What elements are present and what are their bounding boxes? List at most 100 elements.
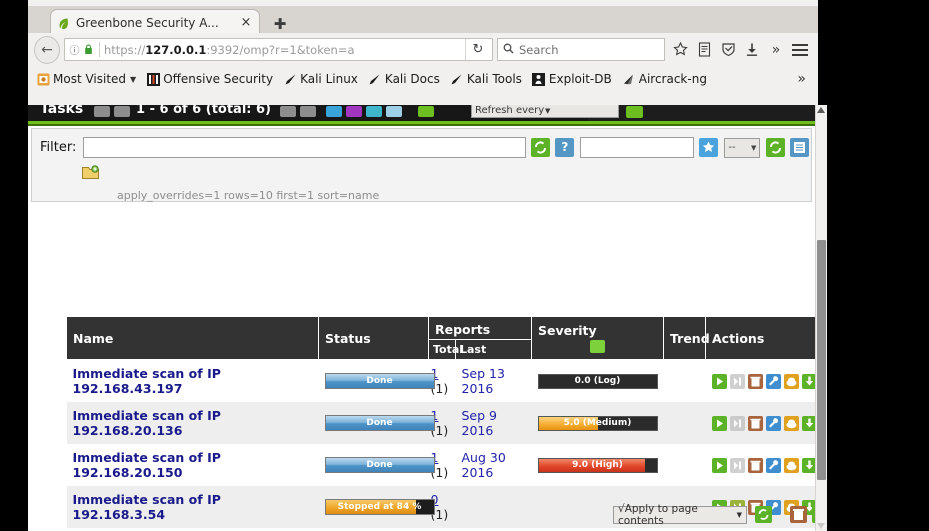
search-placeholder: Search [519, 42, 559, 57]
list-icon[interactable] [386, 106, 402, 117]
bookmark-exploit-db[interactable]: Exploit-DB [532, 72, 612, 86]
filter-input[interactable] [83, 137, 527, 158]
edit-icon[interactable] [765, 373, 781, 389]
footer-trash-icon[interactable] [790, 506, 807, 523]
bookmark-most-visited[interactable]: Most Visited ▼ [36, 72, 136, 86]
status-badge[interactable]: Done [324, 457, 435, 473]
close-icon[interactable]: × [239, 16, 253, 30]
clone-icon[interactable] [783, 373, 799, 389]
severity-toggle-icon[interactable] [590, 340, 605, 353]
menu-icon[interactable] [788, 38, 812, 62]
start-icon[interactable] [711, 373, 727, 389]
th-last[interactable]: Last [455, 339, 532, 360]
edit-icon[interactable] [765, 457, 781, 473]
new-filter-icon[interactable] [82, 165, 99, 180]
shield-icon[interactable] [716, 38, 740, 62]
th-trend[interactable]: Trend [663, 316, 710, 360]
help-icon[interactable] [366, 106, 382, 117]
last-page-icon[interactable] [300, 106, 316, 117]
filter-reset-icon[interactable] [766, 138, 786, 157]
table-row: Immediate scan of IP 192.168.20.150 Done 1(… [66, 444, 818, 486]
bookmark-kali-linux[interactable]: Kali Linux [283, 72, 358, 86]
task-name-link[interactable]: Immediate scan of IP [73, 450, 313, 465]
filter-refresh-icon[interactable] [531, 138, 551, 157]
search-input[interactable]: Search [497, 38, 665, 61]
last-report-link[interactable]: Sep 9 2016 [462, 408, 526, 438]
resume-icon[interactable] [729, 415, 745, 431]
tasks-table: Name Status Reports Severity Trend Actio… [66, 316, 818, 531]
back-arrow-icon: ← [34, 35, 60, 64]
bookmark-kali-docs[interactable]: Kali Docs [368, 72, 440, 86]
task-name-link[interactable]: Immediate scan of IP [73, 366, 313, 381]
edit-icon[interactable] [765, 415, 781, 431]
url-bar[interactable]: ⓘ https://127.0.0.1:9392/omp?r=1&token=a… [64, 38, 493, 61]
trash-icon[interactable] [747, 373, 763, 389]
downloads-icon[interactable] [740, 38, 764, 62]
refresh-interval-select[interactable]: Refresh every 30 Sec. ▼ [471, 105, 619, 118]
trend-cell [663, 444, 706, 486]
reader-view-icon[interactable] [692, 38, 716, 62]
task-name-link-line2[interactable]: 192.168.20.150 [73, 465, 313, 480]
filter-star-icon[interactable] [699, 138, 719, 157]
filter-name-input[interactable] [580, 137, 695, 158]
filter-select[interactable]: -- ▼ [724, 137, 761, 158]
filter-list-icon[interactable] [790, 138, 810, 157]
filter-apply-icon[interactable] [418, 106, 434, 117]
navigation-toolbar: ← ⓘ https://127.0.0.1:9392/omp?r=1&token… [28, 33, 818, 66]
chevron-down-icon[interactable] [462, 305, 472, 312]
resume-icon[interactable] [729, 457, 745, 473]
new-tab-button[interactable]: ✚ [272, 16, 288, 32]
start-icon[interactable] [711, 457, 727, 473]
toolbar-overflow-icon[interactable]: » [764, 38, 788, 62]
last-report-link[interactable]: Sep 13 2016 [462, 366, 526, 396]
chevron-down-icon: ▼ [545, 106, 551, 115]
start-icon[interactable] [711, 415, 727, 431]
scroll-up-icon[interactable] [817, 107, 825, 113]
status-badge[interactable]: Done [324, 415, 435, 431]
clone-icon[interactable] [783, 415, 799, 431]
reload-icon[interactable]: ↻ [465, 39, 490, 60]
bookmarks-overflow-icon[interactable]: » [797, 71, 810, 87]
bookmark-star-icon[interactable] [668, 38, 692, 62]
status-cell: Done [318, 444, 435, 486]
severity-cell-wrap: 0.0 (Log) [531, 359, 664, 402]
th-total[interactable]: Total [428, 339, 463, 360]
page-info-icon[interactable]: ⓘ [67, 42, 82, 57]
next-page-icon[interactable] [280, 106, 296, 117]
status-badge[interactable]: Done [324, 373, 435, 389]
bookmark-offensive-security[interactable]: Offensive Security [146, 72, 273, 86]
apply-scope-select[interactable]: √Apply to page contents ▼ [613, 503, 747, 527]
task-name-cell: Immediate scan of IP192.168.43.197 [66, 359, 319, 402]
scroll-down-icon[interactable] [817, 523, 825, 529]
trash-icon[interactable] [747, 457, 763, 473]
gsa-green-chip-icon[interactable] [626, 106, 643, 118]
filter-label: Filter: [40, 140, 77, 155]
wizard-icon[interactable] [346, 106, 362, 117]
th-severity[interactable]: Severity [531, 316, 664, 360]
bookmark-aircrack-ng[interactable]: Aircrack-ng [622, 72, 707, 86]
scrollbar-thumb[interactable] [817, 240, 826, 480]
vertical-scrollbar[interactable] [815, 105, 827, 531]
task-name-link[interactable]: Immediate scan of IP [73, 408, 313, 423]
task-name-link-line2[interactable]: 192.168.20.136 [73, 423, 313, 438]
resume-icon[interactable] [729, 373, 745, 389]
trash-icon[interactable] [747, 415, 763, 431]
th-status[interactable]: Status [318, 316, 429, 360]
first-page-icon[interactable] [114, 106, 130, 117]
severity-cell: 5.0 (Medium) [537, 415, 658, 431]
filter-help-icon[interactable]: ? [555, 138, 575, 157]
th-name[interactable]: Name [66, 316, 319, 360]
new-task-icon[interactable] [326, 106, 342, 117]
lock-icon[interactable] [82, 43, 95, 56]
last-report-link[interactable]: Aug 30 2016 [462, 450, 526, 480]
bookmark-kali-tools[interactable]: Kali Tools [450, 72, 522, 86]
task-name-link-line2[interactable]: 192.168.43.197 [73, 381, 313, 396]
chevron-down-icon[interactable] [436, 305, 446, 312]
prev-page-icon[interactable] [94, 106, 110, 117]
footer-refresh-icon[interactable] [755, 506, 772, 523]
back-button[interactable]: ← [34, 35, 60, 64]
clone-icon[interactable] [783, 457, 799, 473]
tab-greenbone[interactable]: Greenbone Security A... × [50, 9, 260, 36]
chevron-down-icon[interactable] [449, 305, 459, 312]
filter-summary: apply_overrides=1 rows=10 first=1 sort=n… [117, 189, 380, 202]
